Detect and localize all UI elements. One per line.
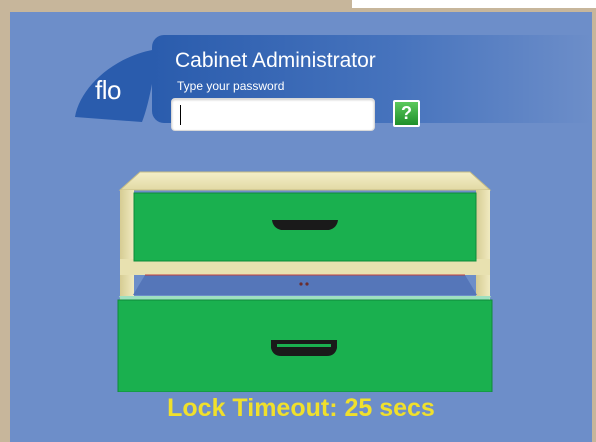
password-input[interactable] — [171, 98, 375, 131]
main-screen: flo Cabinet Administrator Type your pass… — [10, 12, 592, 442]
top-border-strip — [0, 0, 352, 8]
drawer-handle-icon — [272, 220, 338, 230]
open-drawer-interior — [133, 274, 477, 295]
lock-timeout-label: Lock Timeout: 25 secs — [167, 394, 435, 422]
top-drawer[interactable] — [133, 192, 477, 262]
bottom-drawer[interactable] — [117, 296, 493, 392]
panel-title: Cabinet Administrator — [175, 49, 376, 72]
text-caret — [180, 105, 181, 125]
filing-cabinet-icon — [117, 171, 493, 392]
logo-text: flo — [95, 75, 121, 105]
kiosk-window: flo Cabinet Administrator Type your pass… — [0, 0, 596, 442]
drawer-handle-icon — [271, 340, 337, 356]
help-button[interactable]: ? — [393, 100, 420, 127]
password-prompt: Type your password — [177, 79, 285, 93]
